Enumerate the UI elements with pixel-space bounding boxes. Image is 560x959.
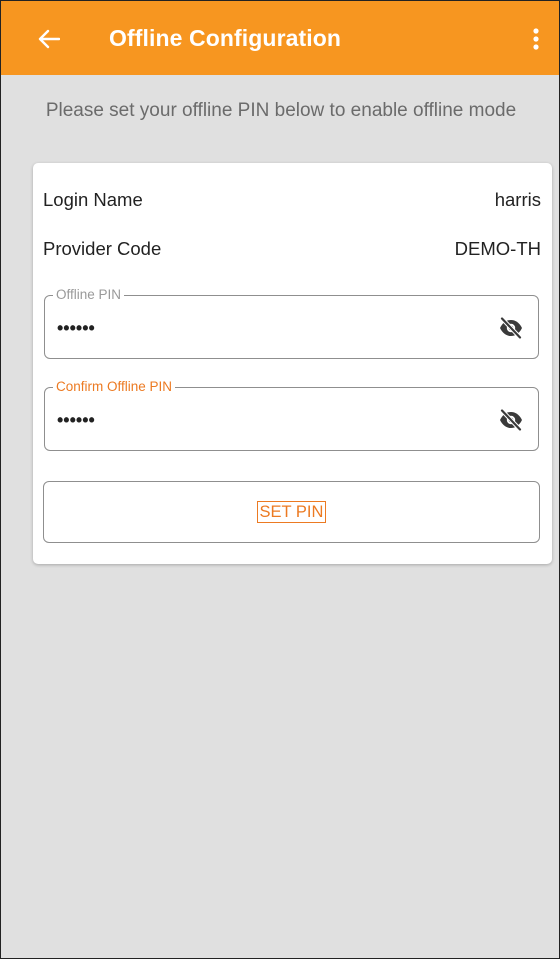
provider-code-value: DEMO-TH [454, 238, 541, 259]
offline-pin-label: Offline PIN [53, 286, 125, 304]
intro-text: Please set your offline PIN below to ena… [45, 100, 517, 121]
eye-off-icon[interactable] [498, 316, 524, 340]
confirm-pin-label: Confirm Offline PIN [53, 378, 176, 396]
offline-pin-input[interactable]: •••••• [57, 318, 95, 338]
page-title: Offline Configuration [109, 25, 342, 51]
set-pin-button[interactable]: SET PIN [43, 481, 540, 543]
screen: Offline Configuration Please set your of… [0, 0, 560, 959]
eye-off-icon[interactable] [498, 408, 524, 432]
confirm-pin-input[interactable]: •••••• [57, 410, 95, 430]
login-name-row: Login Name harris [43, 189, 541, 215]
provider-code-row: Provider Code DEMO-TH [43, 238, 541, 264]
set-pin-label: SET PIN [256, 501, 327, 523]
login-name-value: harris [494, 189, 541, 210]
provider-code-label: Provider Code [43, 238, 162, 259]
overflow-menu-button[interactable] [521, 19, 551, 59]
back-button[interactable] [31, 19, 67, 59]
more-vert-icon [533, 28, 539, 50]
confirm-pin-field[interactable]: Confirm Offline PIN •••••• [44, 378, 539, 451]
app-bar: Offline Configuration [1, 1, 559, 75]
arrow-left-icon [38, 29, 60, 49]
login-name-label: Login Name [43, 189, 143, 210]
offline-pin-field[interactable]: Offline PIN •••••• [44, 286, 539, 359]
